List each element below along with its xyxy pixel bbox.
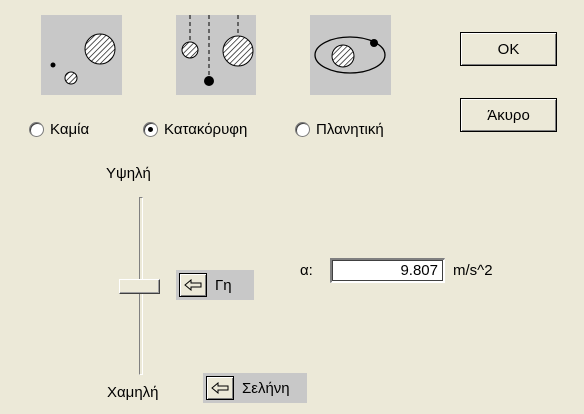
radio-planetary-label: Πλανητική: [316, 121, 384, 138]
ok-button[interactable]: OK: [460, 32, 557, 66]
moon-preset[interactable]: Σελήνη: [203, 373, 307, 403]
radio-vertical-label: Κατακόρυφη: [164, 121, 248, 138]
acceleration-input[interactable]: 9.807: [330, 258, 445, 283]
radio-none[interactable]: Καμία: [29, 121, 89, 138]
gravity-slider-thumb[interactable]: [119, 279, 160, 294]
vertical-mode-picture: [176, 15, 256, 95]
orbit-icon: [314, 36, 386, 74]
radio-none-label: Καμία: [50, 121, 90, 138]
earth-preset-button[interactable]: [179, 273, 207, 297]
earth-preset[interactable]: Γη: [176, 270, 254, 300]
planetary-mode-picture: [310, 15, 391, 95]
acceleration-label: α:: [300, 262, 313, 279]
moon-preset-button[interactable]: [206, 376, 234, 400]
arrow-left-icon: [184, 279, 202, 291]
acceleration-unit: m/s^2: [453, 262, 493, 279]
radio-vertical-indicator[interactable]: [143, 122, 158, 137]
radio-vertical[interactable]: Κατακόρυφη: [143, 121, 247, 138]
arrow-left-icon: [211, 382, 229, 394]
slider-high-label: Υψηλή: [106, 165, 151, 182]
balls-hanging-icon: [181, 15, 254, 86]
none-mode-picture: [41, 15, 122, 95]
moon-preset-label: Σελήνη: [242, 379, 290, 397]
slider-low-label: Χαμηλή: [107, 384, 159, 401]
earth-preset-label: Γη: [215, 276, 232, 294]
radio-planetary-indicator[interactable]: [295, 122, 310, 137]
radio-none-indicator[interactable]: [29, 122, 44, 137]
radio-planetary[interactable]: Πλανητική: [295, 121, 384, 138]
balls-scattered-icon: [50, 33, 116, 85]
cancel-button[interactable]: Άκυρο: [460, 98, 557, 132]
